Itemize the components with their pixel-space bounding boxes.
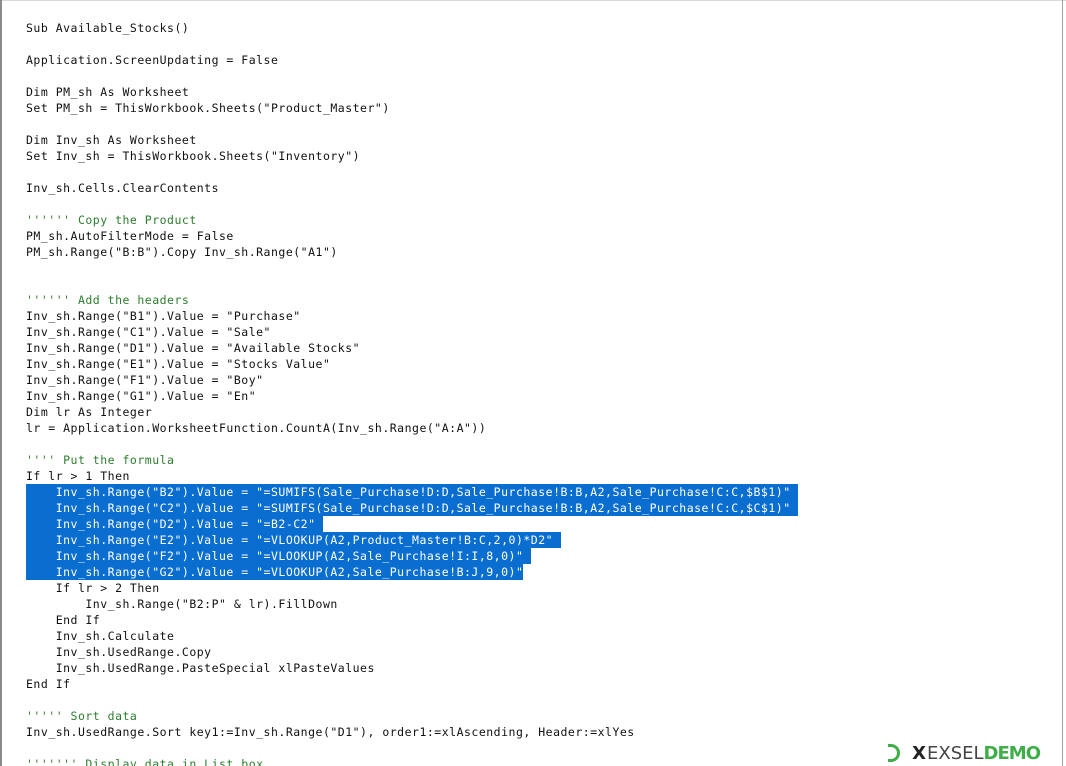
exceldemy-watermark: X EXSEL DEMO xyxy=(888,740,1041,766)
code-line-text: '''''' Add the headers xyxy=(26,293,190,307)
code-line[interactable]: Application.ScreenUpdating = False xyxy=(26,52,1056,68)
code-line[interactable] xyxy=(26,68,1056,84)
code-line[interactable]: Dim PM_sh As Worksheet xyxy=(26,84,1056,100)
code-line[interactable] xyxy=(26,196,1056,212)
code-line[interactable]: lr = Application.WorksheetFunction.Count… xyxy=(26,420,1056,436)
code-line-text: Inv_sh.Range("F2").Value = "=VLOOKUP(A2,… xyxy=(26,548,531,564)
code-line-text: Inv_sh.UsedRange.Sort key1:=Inv_sh.Range… xyxy=(26,725,635,739)
code-line[interactable]: Inv_sh.Range("F1").Value = "Boy" xyxy=(26,372,1056,388)
code-line-text: Inv_sh.Range("D1").Value = "Available St… xyxy=(26,341,361,355)
code-line-text: Inv_sh.Range("E1").Value = "Stocks Value… xyxy=(26,357,331,371)
code-line-text: ''''' Sort data xyxy=(26,709,138,723)
exceldemy-logo-icon xyxy=(888,744,906,762)
code-line[interactable]: Inv_sh.Range("D2").Value = "=B2-C2" xyxy=(26,516,1056,532)
code-line[interactable]: PM_sh.AutoFilterMode = False xyxy=(26,228,1056,244)
code-comment-line[interactable]: '''''' Copy the Product xyxy=(26,212,1056,228)
code-line[interactable] xyxy=(26,436,1056,452)
code-line[interactable]: Set Inv_sh = ThisWorkbook.Sheets("Invent… xyxy=(26,148,1056,164)
code-line[interactable]: Inv_sh.Range("E1").Value = "Stocks Value… xyxy=(26,356,1056,372)
code-line-text: Inv_sh.Range("B1").Value = "Purchase" xyxy=(26,309,301,323)
code-line-text: Dim PM_sh As Worksheet xyxy=(26,85,190,99)
window-right-border xyxy=(1062,0,1063,766)
code-comment-line[interactable]: '''' Put the formula xyxy=(26,452,1056,468)
code-line-text: Set Inv_sh = ThisWorkbook.Sheets("Invent… xyxy=(26,149,361,163)
code-line-text: Inv_sh.Range("E2").Value = "=VLOOKUP(A2,… xyxy=(26,532,561,548)
code-line[interactable]: Inv_sh.Range("B1").Value = "Purchase" xyxy=(26,308,1056,324)
code-line[interactable]: Dim lr As Integer xyxy=(26,404,1056,420)
code-line[interactable]: Inv_sh.Range("E2").Value = "=VLOOKUP(A2,… xyxy=(26,532,1056,548)
watermark-demo: DEMO xyxy=(983,742,1041,764)
code-line[interactable]: Sub Available_Stocks() xyxy=(26,20,1056,36)
code-line-text: Dim lr As Integer xyxy=(26,405,153,419)
code-line[interactable]: Inv_sh.Calculate xyxy=(26,628,1056,644)
code-line-text: '''' Put the formula xyxy=(26,453,175,467)
code-comment-line[interactable]: '''''' Add the headers xyxy=(26,292,1056,308)
code-line-text: End If xyxy=(26,613,101,627)
code-line[interactable]: End If xyxy=(26,612,1056,628)
code-line-text: If lr > 1 Then xyxy=(26,469,130,483)
code-line-text: Sub Available_Stocks() xyxy=(26,21,190,35)
code-comment-line[interactable]: ''''' Sort data xyxy=(26,708,1056,724)
code-line[interactable]: Inv_sh.Range("G1").Value = "En" xyxy=(26,388,1056,404)
code-line[interactable]: Inv_sh.UsedRange.PasteSpecial xlPasteVal… xyxy=(26,660,1056,676)
code-line-text: Inv_sh.Range("C2").Value = "=SUMIFS(Sale… xyxy=(26,500,799,516)
code-line-text: Application.ScreenUpdating = False xyxy=(26,53,279,67)
code-line-text: Dim Inv_sh As Worksheet xyxy=(26,133,197,147)
code-line[interactable] xyxy=(26,164,1056,180)
code-line-text: PM_sh.AutoFilterMode = False xyxy=(26,229,234,243)
code-line-text: End If xyxy=(26,677,71,691)
code-line[interactable] xyxy=(26,276,1056,292)
window-top-border xyxy=(0,0,1066,1)
watermark-exsel: EXSEL xyxy=(927,742,984,764)
code-line-text: lr = Application.WorksheetFunction.Count… xyxy=(26,421,487,435)
code-line[interactable] xyxy=(26,260,1056,276)
code-line[interactable] xyxy=(26,36,1056,52)
code-line[interactable]: If lr > 2 Then xyxy=(26,580,1056,596)
code-line-text: If lr > 2 Then xyxy=(26,581,160,595)
code-line-text: Inv_sh.UsedRange.PasteSpecial xlPasteVal… xyxy=(26,661,375,675)
code-line-text: '''''' Copy the Product xyxy=(26,213,197,227)
watermark-x: X xyxy=(912,742,927,764)
code-line-text: Inv_sh.Cells.ClearContents xyxy=(26,181,220,195)
code-line[interactable]: PM_sh.Range("B:B").Copy Inv_sh.Range("A1… xyxy=(26,244,1056,260)
code-line[interactable]: Inv_sh.UsedRange.Copy xyxy=(26,644,1056,660)
code-line[interactable]: Set PM_sh = ThisWorkbook.Sheets("Product… xyxy=(26,100,1056,116)
code-line-text: Inv_sh.Range("F1").Value = "Boy" xyxy=(26,373,264,387)
code-line[interactable] xyxy=(26,692,1056,708)
code-line[interactable]: Dim Inv_sh As Worksheet xyxy=(26,132,1056,148)
code-line[interactable]: If lr > 1 Then xyxy=(26,468,1056,484)
code-line-text: Inv_sh.Range("D2").Value = "=B2-C2" xyxy=(26,516,323,532)
code-line[interactable]: End If xyxy=(26,676,1056,692)
code-line-text: Inv_sh.Calculate xyxy=(26,629,175,643)
vba-code-editor[interactable]: Sub Available_Stocks() Application.Screen… xyxy=(26,20,1056,766)
code-line-text: ''''''' Display data in List box xyxy=(26,757,264,766)
window-left-border xyxy=(0,0,2,766)
code-line-text: Inv_sh.Range("B2:P" & lr).FillDown xyxy=(26,597,338,611)
code-line[interactable]: Inv_sh.Range("B2").Value = "=SUMIFS(Sale… xyxy=(26,484,1056,500)
code-line[interactable]: Inv_sh.UsedRange.Sort key1:=Inv_sh.Range… xyxy=(26,724,1056,740)
code-line-text: Set PM_sh = ThisWorkbook.Sheets("Product… xyxy=(26,101,390,115)
code-line-text: Inv_sh.Range("G1").Value = "En" xyxy=(26,389,257,403)
code-line-text: PM_sh.Range("B:B").Copy Inv_sh.Range("A1… xyxy=(26,245,338,259)
code-line[interactable]: Inv_sh.Range("C2").Value = "=SUMIFS(Sale… xyxy=(26,500,1056,516)
code-line-text: Inv_sh.UsedRange.Copy xyxy=(26,645,212,659)
code-line[interactable] xyxy=(26,116,1056,132)
code-line[interactable]: Inv_sh.Range("G2").Value = "=VLOOKUP(A2,… xyxy=(26,564,1056,580)
code-line-text: Inv_sh.Range("G2").Value = "=VLOOKUP(A2,… xyxy=(26,564,524,580)
code-line[interactable]: Inv_sh.Range("C1").Value = "Sale" xyxy=(26,324,1056,340)
code-line[interactable]: Inv_sh.Range("B2:P" & lr).FillDown xyxy=(26,596,1056,612)
code-line[interactable]: Inv_sh.Cells.ClearContents xyxy=(26,180,1056,196)
code-line[interactable]: Inv_sh.Range("F2").Value = "=VLOOKUP(A2,… xyxy=(26,548,1056,564)
code-line-text: Inv_sh.Range("B2").Value = "=SUMIFS(Sale… xyxy=(26,484,799,500)
code-line-text: Inv_sh.Range("C1").Value = "Sale" xyxy=(26,325,271,339)
code-line[interactable]: Inv_sh.Range("D1").Value = "Available St… xyxy=(26,340,1056,356)
